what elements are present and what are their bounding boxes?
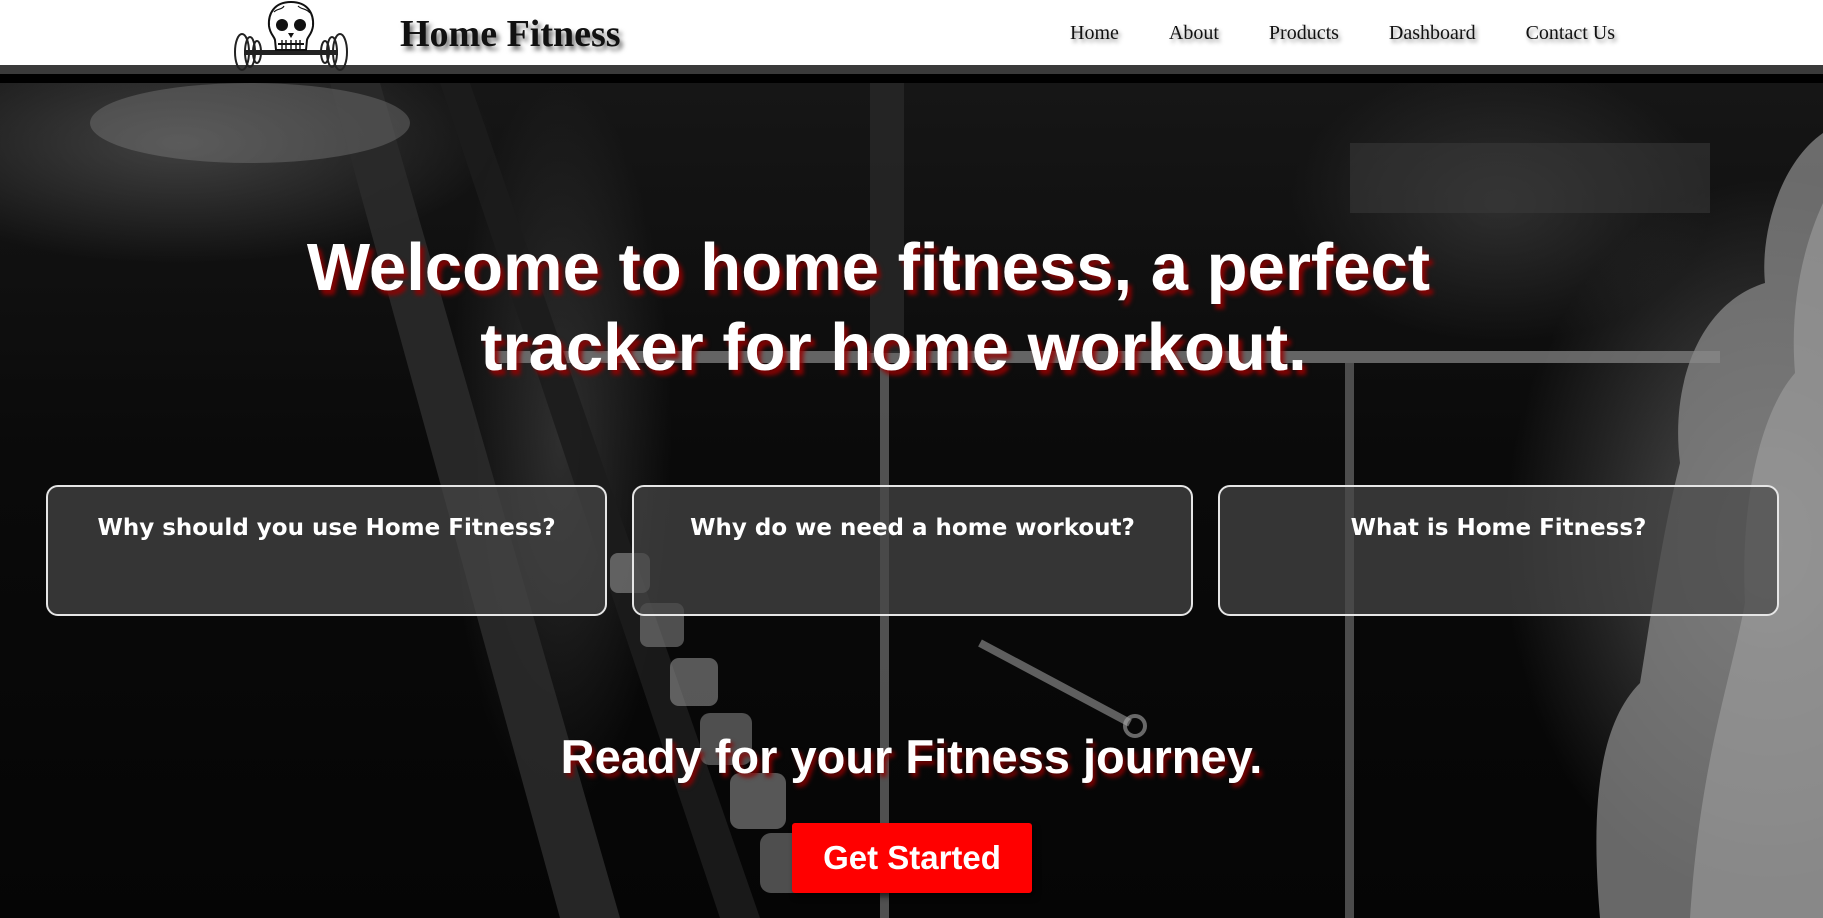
hero-headline-line-2: tracker for home workout. <box>480 310 1307 385</box>
info-cards: Why should you use Home Fitness? Why do … <box>46 485 1779 616</box>
nav-item-home[interactable]: Home <box>1070 22 1119 45</box>
info-card-why-use[interactable]: Why should you use Home Fitness? <box>46 485 607 616</box>
skull-barbell-icon[interactable] <box>230 0 352 74</box>
hero-headline-line-1: Welcome to home fitness, a perfect <box>306 230 1431 305</box>
info-card-why-need[interactable]: Why do we need a home workout? <box>632 485 1193 616</box>
nav-item-contact-us[interactable]: Contact Us <box>1526 22 1615 45</box>
get-started-button[interactable]: Get Started <box>792 823 1032 893</box>
hero-section: Welcome to home fitness, a perfect track… <box>0 83 1823 918</box>
info-card-title: What is Home Fitness? <box>1350 515 1647 541</box>
nav-links: Home About Products Dashboard Contact Us <box>1070 22 1615 45</box>
nav-item-dashboard[interactable]: Dashboard <box>1389 22 1476 45</box>
nav-item-about[interactable]: About <box>1169 22 1219 45</box>
info-card-title: Why do we need a home workout? <box>690 515 1135 541</box>
info-card-what-is[interactable]: What is Home Fitness? <box>1218 485 1779 616</box>
hero-subheadline: Ready for your Fitness journey. <box>560 730 1263 783</box>
brand-name[interactable]: Home Fitness <box>400 12 621 56</box>
navbar: Home Fitness Home About Products Dashboa… <box>0 0 1823 74</box>
info-card-title: Why should you use Home Fitness? <box>97 515 556 541</box>
nav-item-products[interactable]: Products <box>1269 22 1339 45</box>
hero-headline: Welcome to home fitness, a perfect track… <box>0 228 1823 388</box>
